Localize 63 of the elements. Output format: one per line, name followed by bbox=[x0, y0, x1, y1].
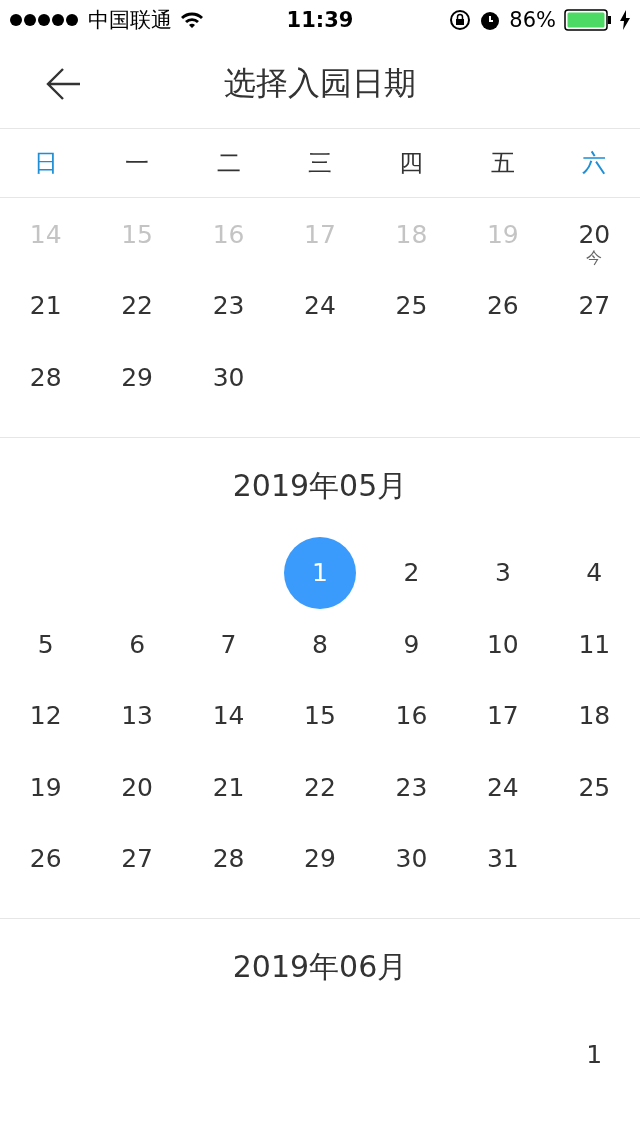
day-cell[interactable]: 16 bbox=[375, 679, 448, 752]
rotation-lock-icon bbox=[449, 9, 472, 31]
day-cell[interactable]: 30 bbox=[375, 822, 448, 895]
day-cell[interactable]: 18 bbox=[558, 679, 631, 752]
battery-percent: 86% bbox=[509, 8, 556, 32]
day-cell[interactable]: 14 bbox=[192, 679, 265, 752]
day-cell[interactable]: 21 bbox=[192, 751, 265, 823]
day-cell[interactable]: 2 bbox=[375, 536, 448, 609]
battery-icon bbox=[564, 9, 612, 31]
day-cell[interactable]: 15 bbox=[284, 679, 356, 752]
day-cell[interactable]: 23 bbox=[192, 269, 265, 342]
day-cell[interactable]: 29 bbox=[284, 822, 356, 895]
carrier-name: 中国联通 bbox=[88, 7, 172, 34]
day-cell[interactable]: 29 bbox=[101, 341, 174, 413]
alarm-icon bbox=[479, 9, 502, 31]
weekday-label: 三 bbox=[308, 148, 332, 179]
day-cell[interactable]: 20 今 bbox=[558, 198, 631, 270]
day-cell[interactable]: 30 bbox=[192, 341, 265, 413]
day-cell[interactable]: 24 bbox=[466, 751, 539, 823]
day-cell[interactable]: 26 bbox=[9, 822, 82, 895]
weekday-label: 日 bbox=[33, 148, 58, 179]
day-cell[interactable]: 28 bbox=[192, 822, 265, 895]
back-icon[interactable] bbox=[46, 67, 80, 101]
day-cell[interactable]: 27 bbox=[101, 822, 174, 895]
day-cell[interactable]: 7 bbox=[192, 608, 265, 680]
day-cell[interactable]: 4 bbox=[558, 536, 631, 609]
day-cell[interactable]: 12 bbox=[9, 679, 82, 752]
day-cell[interactable]: 10 bbox=[466, 608, 539, 680]
day-cell[interactable]: 5 bbox=[9, 608, 82, 680]
day-cell[interactable]: 23 bbox=[375, 751, 448, 823]
day-cell[interactable]: 9 bbox=[375, 608, 448, 680]
day-cell[interactable]: 11 bbox=[558, 608, 631, 680]
day-cell[interactable]: 3 bbox=[466, 536, 539, 609]
weekday-label: 五 bbox=[490, 148, 515, 179]
day-cell[interactable]: 28 bbox=[9, 341, 82, 413]
day-cell[interactable]: 17 bbox=[466, 679, 539, 752]
page-title: 选择入园日期 bbox=[223, 63, 417, 104]
signal-icon bbox=[10, 14, 80, 26]
weekday-label: 六 bbox=[582, 148, 607, 179]
day-cell[interactable]: 25 bbox=[558, 751, 631, 823]
weekday-label: 二 bbox=[216, 148, 241, 179]
day-cell[interactable]: 22 bbox=[101, 269, 174, 342]
day-cell[interactable]: 1 bbox=[558, 1018, 631, 1090]
month-title: 2019年06月 bbox=[231, 948, 409, 986]
day-cell[interactable]: 6 bbox=[101, 608, 174, 680]
today-mark: 今 bbox=[586, 248, 603, 269]
day-cell[interactable]: 21 bbox=[9, 269, 82, 342]
day-cell[interactable]: 24 bbox=[284, 269, 356, 342]
clock-time: 11:39 bbox=[286, 8, 354, 32]
day-cell[interactable]: 22 bbox=[284, 751, 356, 823]
weekday-label: 四 bbox=[399, 148, 424, 179]
day-cell[interactable]: 27 bbox=[558, 269, 631, 342]
wifi-icon bbox=[180, 11, 204, 29]
day-cell[interactable]: 26 bbox=[466, 269, 539, 342]
day-cell[interactable]: 20 bbox=[101, 751, 174, 823]
day-cell[interactable]: 19 bbox=[9, 751, 82, 823]
day-cell[interactable]: 8 bbox=[284, 608, 356, 680]
day-cell[interactable]: 25 bbox=[375, 269, 448, 342]
month-title: 2019年05月 bbox=[231, 466, 409, 505]
weekday-label: 一 bbox=[125, 148, 150, 179]
day-cell[interactable]: 31 bbox=[466, 822, 539, 895]
charging-icon bbox=[620, 10, 630, 30]
day-cell[interactable]: 13 bbox=[101, 679, 174, 752]
